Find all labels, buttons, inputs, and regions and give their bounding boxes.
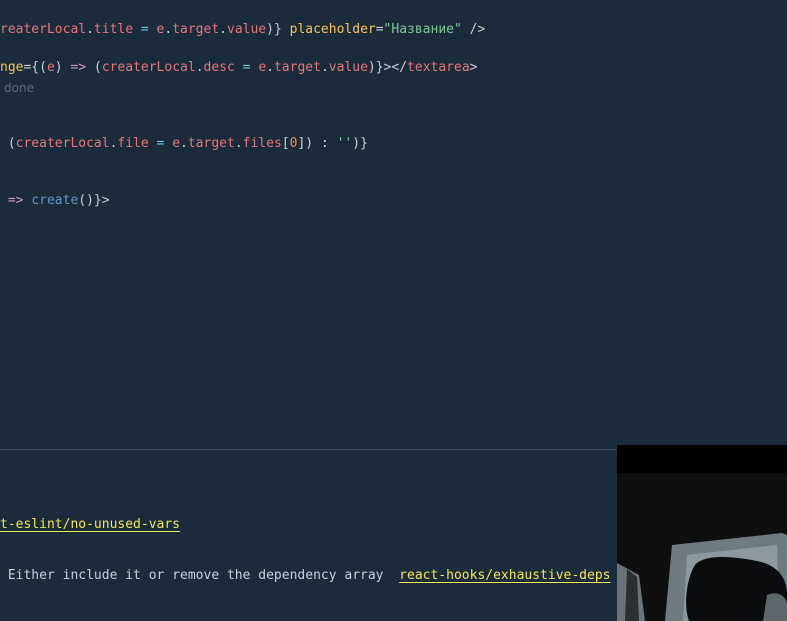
token: . [180,136,188,151]
token: ( [0,136,16,151]
token: nge [0,60,24,75]
token: = [148,136,173,151]
token: = [133,22,157,37]
token: = [375,22,384,37]
token: e [258,60,267,75]
token: . [219,22,227,37]
eslint-rule-link[interactable]: t-eslint/no-unused-vars [0,517,180,532]
token: create [31,193,79,208]
token: placeholder [281,22,376,37]
token: . [234,136,243,151]
token: files [242,136,282,151]
token: )} [352,136,368,151]
token: /> [461,22,486,37]
code-line-title-input[interactable]: reaterLocal.title = e.target.value)} pla… [0,21,485,39]
token: ()}> [78,193,110,208]
token: createrLocal [15,136,110,151]
eslint-rule-link[interactable]: react-hooks/exhaustive-deps [399,568,610,583]
token: = [234,60,259,75]
token: . [266,60,274,75]
inline-hint-text: done [4,81,34,95]
token: target [172,22,220,37]
code-line-file-input[interactable]: (createrLocal.file = e.target.files[0]) … [0,135,368,153]
token: ( [86,60,102,75]
code-line-create-button[interactable]: => create()}> [0,192,110,210]
token: > [469,60,478,75]
token: "Название" [383,22,462,37]
token: e [46,60,55,75]
token: e [172,136,181,151]
problem-message: Either include it or remove the dependen… [0,568,400,583]
code-line-desc-textarea[interactable]: nge={(e) => (createrLocal.desc = e.targe… [0,59,478,77]
token: ={( [23,60,47,75]
token: . [195,60,204,75]
token: )} [266,22,282,37]
token: ) [54,60,71,75]
token: . [86,22,94,37]
token: )}></ [367,60,408,75]
token: value [227,22,267,37]
token: ]) : [297,136,337,151]
token: '' [336,136,353,151]
token: => [70,60,87,75]
token: reaterLocal [0,22,87,37]
problem-item-exhaustive-deps[interactable]: Either include it or remove the dependen… [0,567,611,585]
token: textarea [407,60,470,75]
webcam-frame-image [617,445,787,621]
token: => [0,193,32,208]
token: file [117,136,149,151]
token: title [93,22,134,37]
problem-item-unused-vars[interactable]: t-eslint/no-unused-vars [0,516,180,534]
code-editor[interactable]: reaterLocal.title = e.target.value)} pla… [0,0,787,449]
token: value [328,60,368,75]
token: target [187,136,235,151]
token: . [320,60,329,75]
token: target [273,60,321,75]
token: createrLocal [101,60,196,75]
webcam-overlay [617,445,787,621]
token: [ [281,136,290,151]
token: desc [203,60,235,75]
